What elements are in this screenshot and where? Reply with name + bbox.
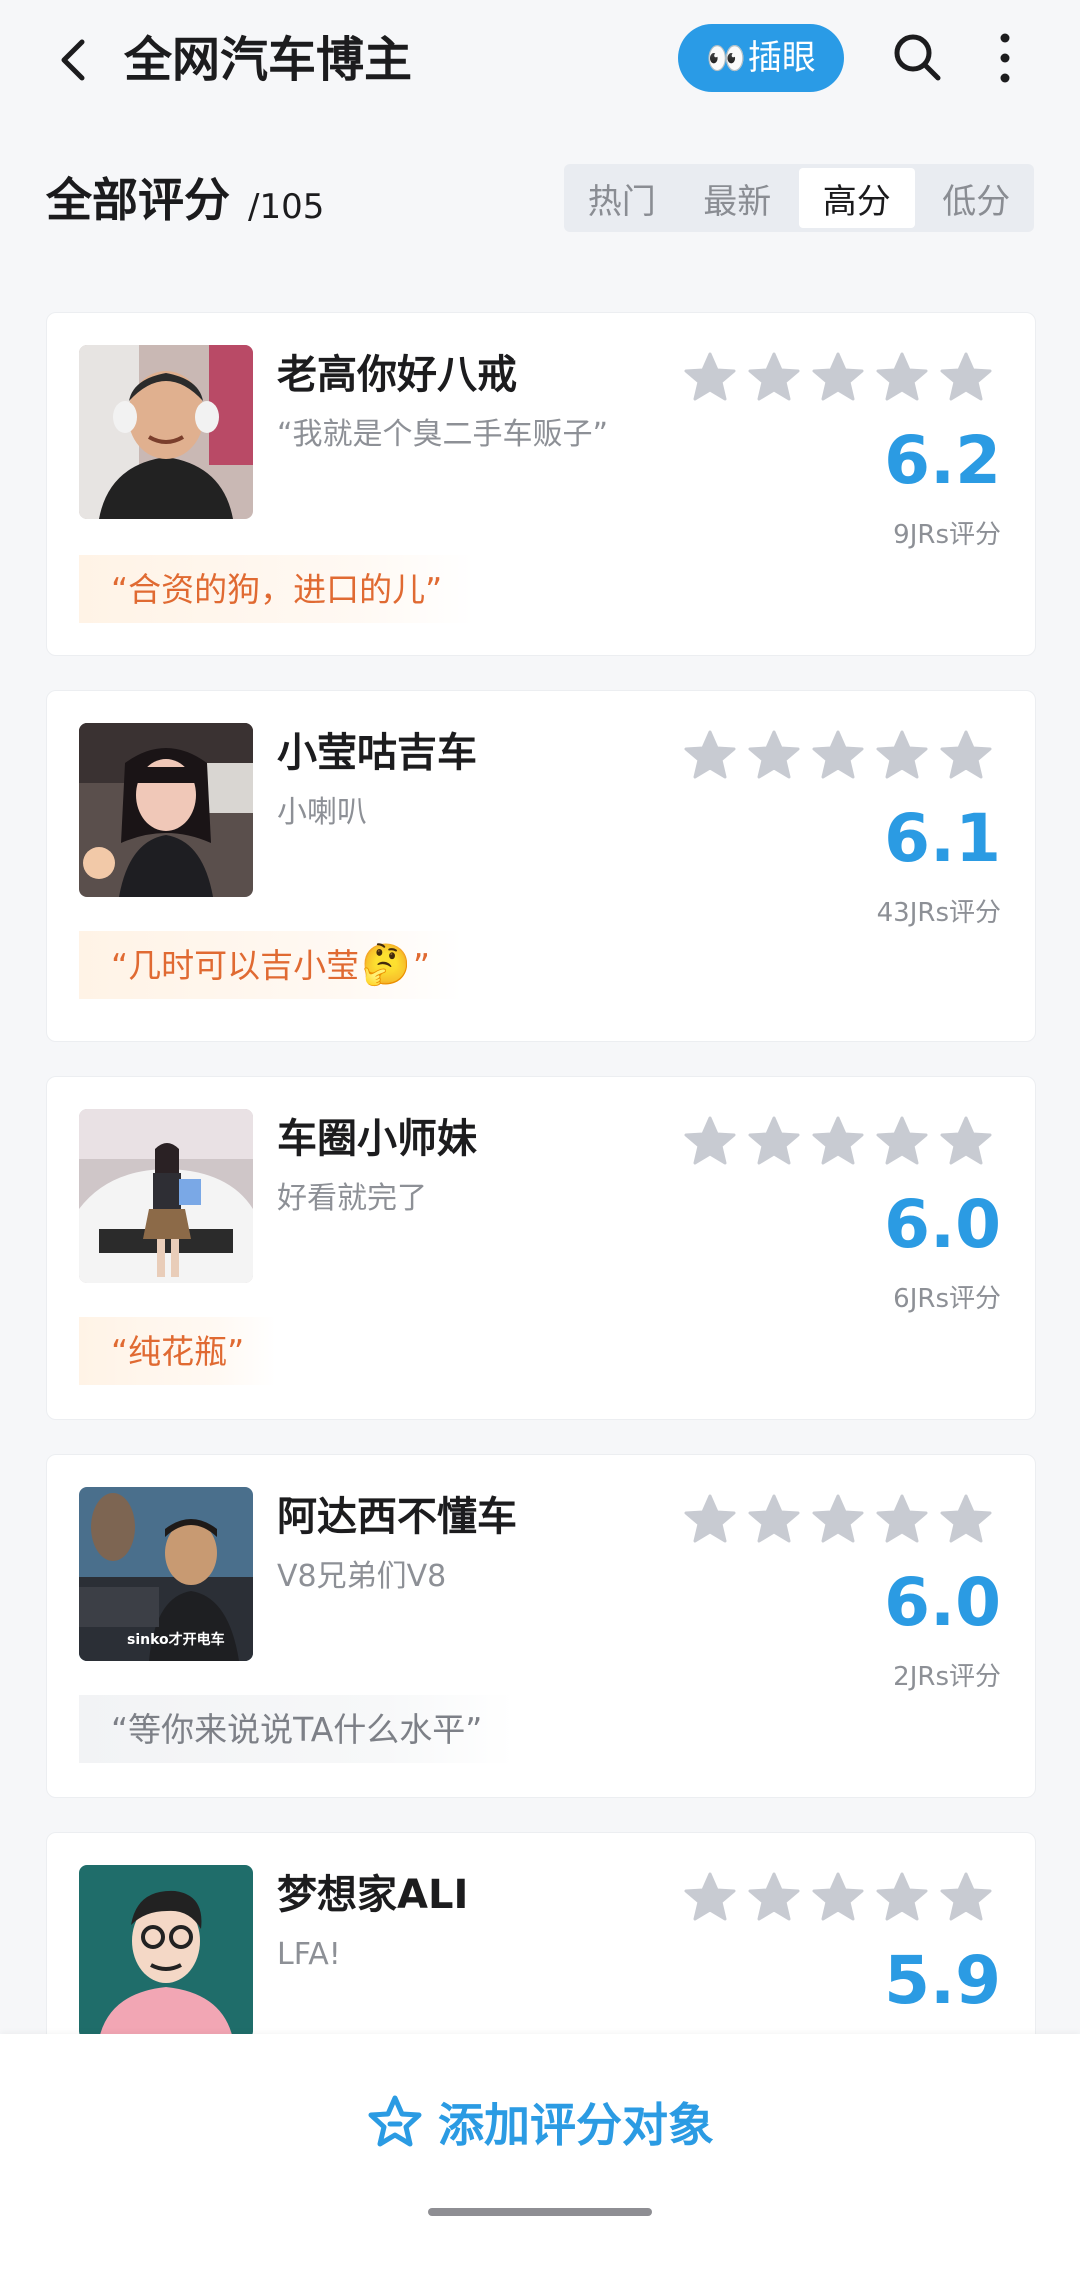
blogger-name: 梦想家ALI	[277, 1872, 469, 1918]
average-score: 6.1	[884, 800, 1001, 877]
star-rating[interactable]	[683, 1115, 993, 1169]
comment-text: “几时可以吉小莹	[111, 945, 360, 985]
page-title: 全网汽车博主	[124, 32, 413, 88]
star-icon[interactable]	[683, 351, 737, 405]
avatar-caption: sinko才开电车	[127, 1632, 225, 1648]
star-icon[interactable]	[811, 1871, 865, 1925]
eyes-icon: 👀	[706, 39, 746, 77]
home-indicator[interactable]	[428, 2208, 652, 2216]
blogger-name: 车圈小师妹	[277, 1116, 477, 1162]
blogger-subtitle: V8兄弟们V8	[277, 1559, 447, 1594]
tab-high-score[interactable]: 高分	[799, 168, 915, 228]
star-icon[interactable]	[875, 729, 929, 783]
search-icon[interactable]	[890, 30, 946, 86]
blogger-name: 老高你好八戒	[277, 352, 517, 398]
star-icon[interactable]	[683, 1115, 737, 1169]
blogger-name: 阿达西不懂车	[277, 1494, 517, 1540]
bottom-action-bar: 添加评分对象	[0, 2034, 1080, 2280]
more-vertical-icon[interactable]	[990, 30, 1020, 86]
rating-votes: 2JRs评分	[893, 1662, 1001, 1692]
star-icon[interactable]	[811, 729, 865, 783]
blogger-card[interactable]: 车圈小师妹 好看就完了 6.0 6JRs评分 “纯花瓶”	[46, 1076, 1036, 1420]
blogger-card[interactable]: 老高你好八戒 “我就是个臭二手车贩子” 6.2 9JRs评分 “合资的狗，进口的…	[46, 312, 1036, 656]
star-rating[interactable]	[683, 1871, 993, 1925]
avatar	[79, 345, 253, 519]
blogger-name: 小莹咕吉车	[277, 730, 477, 776]
add-rating-target-label: 添加评分对象	[438, 2098, 714, 2152]
star-icon[interactable]	[747, 729, 801, 783]
star-icon[interactable]	[811, 351, 865, 405]
star-icon[interactable]	[875, 1871, 929, 1925]
star-icon[interactable]	[811, 1115, 865, 1169]
comment-close-quote: ”	[412, 945, 431, 985]
add-rating-target-button[interactable]: 添加评分对象	[0, 2074, 1080, 2170]
rating-votes: 43JRs评分	[876, 898, 1001, 928]
star-icon[interactable]	[811, 1493, 865, 1547]
blogger-subtitle: 好看就完了	[277, 1181, 427, 1216]
average-score: 6.2	[884, 422, 1001, 499]
tab-hot[interactable]: 热门	[564, 164, 680, 232]
star-icon[interactable]	[747, 1871, 801, 1925]
avatar	[79, 723, 253, 897]
star-icon[interactable]	[747, 1115, 801, 1169]
blogger-card[interactable]: sinko才开电车 阿达西不懂车 V8兄弟们V8 6.0 2JRs评分 “等你来…	[46, 1454, 1036, 1798]
star-icon[interactable]	[683, 1493, 737, 1547]
thinking-emoji-icon: 🤔	[361, 942, 411, 988]
star-icon[interactable]	[683, 729, 737, 783]
top-comment[interactable]: “纯花瓶”	[79, 1317, 277, 1385]
avatar	[79, 1109, 253, 1283]
star-icon[interactable]	[683, 1871, 737, 1925]
star-plus-icon	[368, 2095, 422, 2147]
star-icon[interactable]	[747, 351, 801, 405]
section-title: 全部评分	[46, 173, 230, 227]
star-icon[interactable]	[875, 351, 929, 405]
top-comment[interactable]: “几时可以吉小莹 🤔 ”	[79, 931, 463, 999]
eye-watch-label: 插眼	[747, 38, 816, 78]
star-rating[interactable]	[683, 1493, 993, 1547]
star-icon[interactable]	[875, 1115, 929, 1169]
star-icon[interactable]	[939, 1115, 993, 1169]
star-icon[interactable]	[939, 1493, 993, 1547]
star-icon[interactable]	[939, 729, 993, 783]
star-icon[interactable]	[939, 351, 993, 405]
star-icon[interactable]	[939, 1871, 993, 1925]
rating-count: /105	[248, 187, 325, 227]
average-score: 6.0	[884, 1564, 1001, 1641]
star-rating[interactable]	[683, 729, 993, 783]
blogger-subtitle: 小喇叭	[277, 795, 367, 830]
blogger-subtitle: LFA!	[277, 1937, 341, 1972]
avatar	[79, 1865, 253, 2039]
comment-prompt[interactable]: “等你来说说TA什么水平”	[79, 1695, 515, 1763]
top-bar: 全网汽车博主 👀 插眼	[0, 0, 1080, 120]
blogger-subtitle: “我就是个臭二手车贩子”	[277, 417, 609, 452]
average-score: 6.0	[884, 1186, 1001, 1263]
blogger-card[interactable]: 小莹咕吉车 小喇叭 6.1 43JRs评分 “几时可以吉小莹 🤔 ”	[46, 690, 1036, 1042]
sort-tabs: 热门 最新 高分 低分	[564, 164, 1034, 232]
rating-votes: 9JRs评分	[893, 520, 1001, 550]
rating-votes: 6JRs评分	[893, 1284, 1001, 1314]
avatar: sinko才开电车	[79, 1487, 253, 1661]
eye-watch-button[interactable]: 👀 插眼	[678, 24, 844, 92]
star-icon[interactable]	[747, 1493, 801, 1547]
average-score: 5.9	[884, 1942, 1001, 2019]
top-comment[interactable]: “合资的狗，进口的儿”	[79, 555, 475, 623]
star-icon[interactable]	[875, 1493, 929, 1547]
tab-low-score[interactable]: 低分	[919, 164, 1035, 232]
tab-latest[interactable]: 最新	[680, 164, 796, 232]
star-rating[interactable]	[683, 351, 993, 405]
back-arrow-icon[interactable]	[52, 30, 96, 90]
